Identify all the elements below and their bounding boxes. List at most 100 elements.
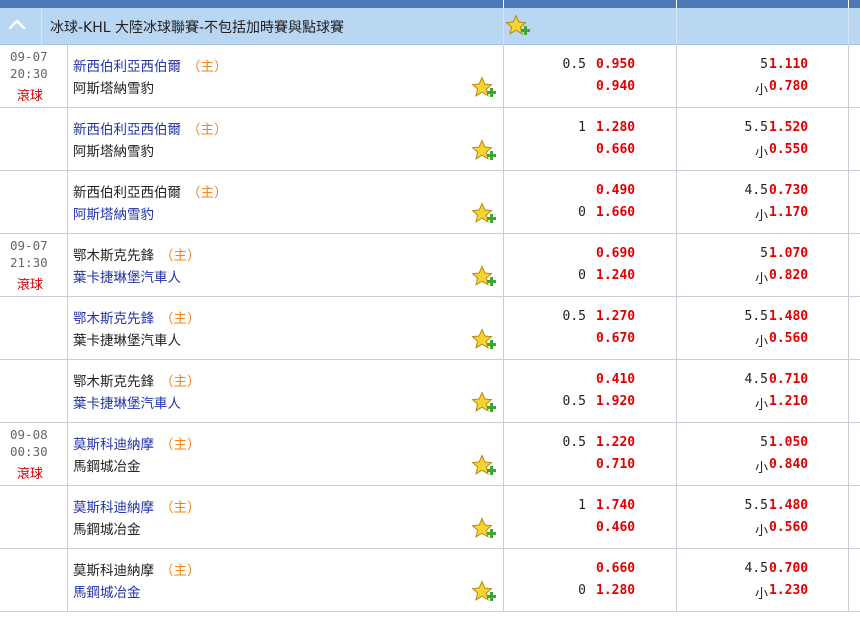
- under-odds[interactable]: 0.780: [769, 79, 808, 94]
- over-odds[interactable]: 1.050: [769, 435, 808, 450]
- team-home[interactable]: 莫斯科迪納摩 （主）: [73, 496, 201, 516]
- star-plus-icon[interactable]: [471, 139, 497, 165]
- home-tag: （主）: [187, 185, 228, 201]
- total-line: 5.5: [744, 120, 768, 135]
- star-plus-icon[interactable]: [471, 76, 497, 102]
- handicap-odds[interactable]: 0.490: [596, 183, 635, 198]
- match-time-cell: 09-08 00:30 滾球: [0, 423, 68, 485]
- total-line: 4.5: [744, 561, 768, 576]
- handicap-odds[interactable]: 0.460: [596, 520, 635, 535]
- match-time: 20:30: [10, 66, 48, 81]
- match-row: 鄂木斯克先鋒 （主） 葉卡捷琳堡汽車人 0.410 0.5 1.920 4.5 0…: [0, 360, 860, 423]
- match-time: 00:30: [10, 444, 48, 459]
- under-odds[interactable]: 1.170: [769, 205, 808, 220]
- under-odds[interactable]: 1.210: [769, 394, 808, 409]
- team-home[interactable]: 新西伯利亞西伯爾 （主）: [73, 181, 228, 201]
- league-divider: [676, 8, 677, 45]
- over-odds[interactable]: 0.730: [769, 183, 808, 198]
- handicap-odds[interactable]: 1.220: [596, 435, 635, 450]
- team-home[interactable]: 新西伯利亞西伯爾 （主）: [73, 55, 228, 75]
- over-odds[interactable]: 1.480: [769, 498, 808, 513]
- total-line: 5.5: [744, 498, 768, 513]
- handicap-odds[interactable]: 0.710: [596, 457, 635, 472]
- team-home[interactable]: 鄂木斯克先鋒 （主）: [73, 307, 201, 327]
- team-away[interactable]: 馬鋼城冶金: [73, 581, 141, 601]
- teams-cell: 鄂木斯克先鋒 （主） 葉卡捷琳堡汽車人: [67, 234, 504, 296]
- teams-cell: 新西伯利亞西伯爾 （主） 阿斯塔納雪豹: [67, 45, 504, 107]
- over-under-cell: 5 1.070 小 0.820: [676, 234, 849, 296]
- handicap-odds[interactable]: 0.660: [596, 142, 635, 157]
- team-away[interactable]: 葉卡捷琳堡汽車人: [73, 329, 181, 349]
- handicap-odds[interactable]: 0.690: [596, 246, 635, 261]
- match-row: 莫斯科迪納摩 （主） 馬鋼城冶金 1 1.740 0.460 5.5 1.480 …: [0, 486, 860, 549]
- team-away[interactable]: 阿斯塔納雪豹: [73, 140, 154, 160]
- team-home[interactable]: 鄂木斯克先鋒 （主）: [73, 370, 201, 390]
- league-title: 冰球-KHL 大陸冰球聯賽-不包括加時賽與點球賽: [50, 20, 345, 36]
- match-time-cell: [0, 108, 68, 170]
- star-plus-icon[interactable]: [471, 265, 497, 291]
- team-away[interactable]: 馬鋼城冶金: [73, 518, 141, 538]
- handicap-odds[interactable]: 1.740: [596, 498, 635, 513]
- handicap-odds[interactable]: 0.410: [596, 372, 635, 387]
- live-badge[interactable]: 滾球: [17, 463, 43, 482]
- handicap-line: 0: [578, 268, 586, 283]
- extra-cell: [848, 234, 860, 296]
- handicap-odds[interactable]: 0.940: [596, 79, 635, 94]
- under-odds[interactable]: 1.230: [769, 583, 808, 598]
- over-odds[interactable]: 1.070: [769, 246, 808, 261]
- live-badge[interactable]: 滾球: [17, 85, 43, 104]
- team-home[interactable]: 莫斯科迪納摩 （主）: [73, 433, 201, 453]
- match-time-cell: 09-07 20:30 滾球: [0, 45, 68, 107]
- team-home[interactable]: 鄂木斯克先鋒 （主）: [73, 244, 201, 264]
- match-date: 09-08: [10, 427, 48, 442]
- star-plus-icon[interactable]: [471, 580, 497, 606]
- handicap-odds[interactable]: 0.660: [596, 561, 635, 576]
- match-time-cell: [0, 360, 68, 422]
- handicap-cell: 1 1.280 0.660: [503, 108, 677, 170]
- under-odds[interactable]: 0.560: [769, 520, 808, 535]
- team-away[interactable]: 葉卡捷琳堡汽車人: [73, 392, 181, 412]
- star-plus-icon[interactable]: [471, 454, 497, 480]
- chevron-up-icon[interactable]: [6, 14, 28, 36]
- under-odds[interactable]: 0.820: [769, 268, 808, 283]
- handicap-line: 1: [578, 498, 586, 513]
- handicap-odds[interactable]: 1.280: [596, 583, 635, 598]
- under-odds[interactable]: 0.560: [769, 331, 808, 346]
- over-odds[interactable]: 1.480: [769, 309, 808, 324]
- teams-cell: 新西伯利亞西伯爾 （主） 阿斯塔納雪豹: [67, 171, 504, 233]
- handicap-odds[interactable]: 1.660: [596, 205, 635, 220]
- star-plus-icon[interactable]: [471, 517, 497, 543]
- live-badge[interactable]: 滾球: [17, 274, 43, 293]
- over-odds[interactable]: 1.520: [769, 120, 808, 135]
- handicap-odds[interactable]: 1.280: [596, 120, 635, 135]
- team-home[interactable]: 新西伯利亞西伯爾 （主）: [73, 118, 228, 138]
- team-away[interactable]: 馬鋼城冶金: [73, 455, 141, 475]
- team-home[interactable]: 莫斯科迪納摩 （主）: [73, 559, 201, 579]
- handicap-line: 0.5: [562, 309, 586, 324]
- star-plus-icon[interactable]: [471, 391, 497, 417]
- match-date: 09-07: [10, 49, 48, 64]
- over-odds[interactable]: 0.710: [769, 372, 808, 387]
- handicap-line: 1: [578, 120, 586, 135]
- team-away[interactable]: 阿斯塔納雪豹: [73, 77, 154, 97]
- match-time: 21:30: [10, 255, 48, 270]
- team-away[interactable]: 阿斯塔納雪豹: [73, 203, 154, 223]
- star-plus-icon[interactable]: [505, 14, 531, 40]
- over-under-cell: 4.5 0.700 小 1.230: [676, 549, 849, 611]
- handicap-odds[interactable]: 1.240: [596, 268, 635, 283]
- extra-cell: [848, 549, 860, 611]
- extra-cell: [848, 486, 860, 548]
- under-odds[interactable]: 0.550: [769, 142, 808, 157]
- handicap-odds[interactable]: 1.920: [596, 394, 635, 409]
- over-under-cell: 5.5 1.480 小 0.560: [676, 297, 849, 359]
- star-plus-icon[interactable]: [471, 202, 497, 228]
- top-bar-divider: [503, 0, 504, 8]
- star-plus-icon[interactable]: [471, 328, 497, 354]
- over-odds[interactable]: 1.110: [769, 57, 808, 72]
- under-odds[interactable]: 0.840: [769, 457, 808, 472]
- handicap-odds[interactable]: 0.950: [596, 57, 635, 72]
- handicap-odds[interactable]: 0.670: [596, 331, 635, 346]
- over-odds[interactable]: 0.700: [769, 561, 808, 576]
- handicap-odds[interactable]: 1.270: [596, 309, 635, 324]
- team-away[interactable]: 葉卡捷琳堡汽車人: [73, 266, 181, 286]
